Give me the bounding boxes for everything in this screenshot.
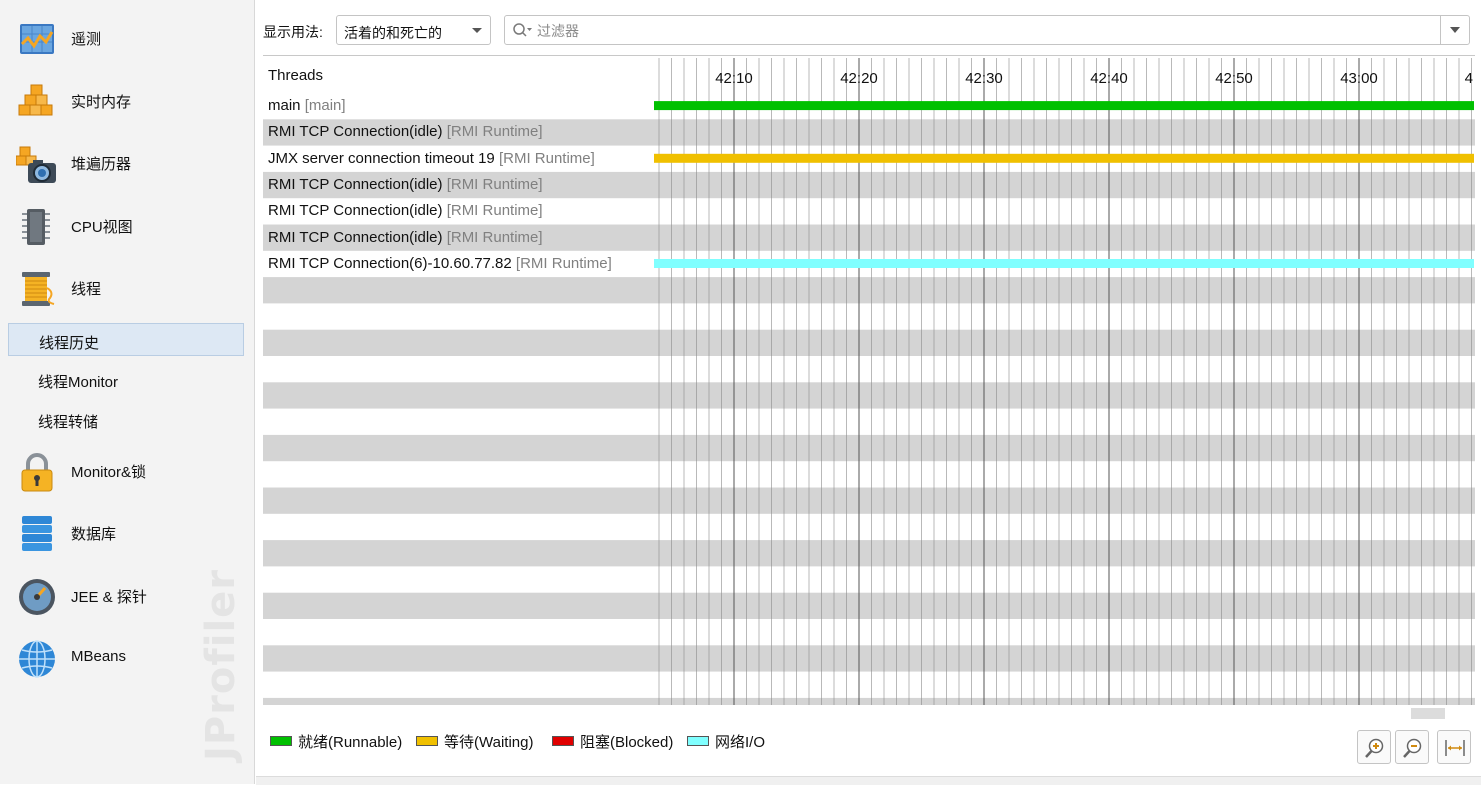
sidebar-item-label: CPU视图: [71, 219, 133, 236]
thread-row[interactable]: RMI TCP Connection(idle) [RMI Runtime]: [268, 119, 658, 145]
sidebar-item-label: 堆遍历器: [71, 156, 132, 173]
time-tick-label: 42:10: [715, 70, 753, 87]
sidebar-subitem-thread-dumps[interactable]: 线程转储: [8, 403, 244, 436]
sidebar-item-label: 线程: [71, 281, 102, 298]
sidebar-item-label: 实时内存: [71, 94, 132, 111]
legend-swatch: [416, 736, 438, 746]
thread-state-bar: [654, 259, 1474, 268]
sidebar-item-label: 遥测: [71, 31, 102, 48]
sidebar-item-cpu-views[interactable]: CPU视图: [0, 200, 254, 252]
legend-label: 网络I/O: [715, 734, 766, 751]
display-usage-select[interactable]: 活着的和死亡的: [336, 15, 491, 45]
legend-swatch: [270, 736, 292, 746]
thread-state-bar: [654, 153, 1474, 163]
thread-group: [RMI Runtime]: [498, 149, 595, 167]
thread-name: RMI TCP Connection(idle): [268, 202, 447, 220]
threads-column-header: Threads: [268, 67, 324, 84]
brand-watermark: JProfiler: [196, 560, 246, 770]
sidebar-subitem-thread-history[interactable]: 线程历史: [8, 323, 244, 356]
thread-group: [RMI Runtime]: [515, 254, 612, 272]
legend-item: 阻塞(Blocked): [552, 731, 673, 752]
filter-history-dropdown[interactable]: [1440, 16, 1469, 44]
legend-label: 阻塞(Blocked): [580, 734, 674, 751]
sidebar-subitem-label: 线程历史: [39, 335, 100, 352]
thread-name: RMI TCP Connection(idle): [268, 123, 447, 141]
thread-row[interactable]: RMI TCP Connection(idle) [RMI Runtime]: [268, 225, 658, 251]
time-tick-label: 43:00: [1340, 70, 1378, 87]
thread-group: [RMI Runtime]: [446, 202, 543, 220]
thread-name: RMI TCP Connection(6)-10.60.77.82: [268, 254, 516, 272]
time-tick-label: 42:40: [1090, 70, 1128, 87]
sidebar-item-monitors-locks[interactable]: Monitor&锁: [0, 445, 254, 497]
thread-spool-icon: [16, 268, 58, 310]
sidebar: 遥测 实时内存 堆遍历器 CPU视图 线程 线程历史 线程Monitor 线程转…: [0, 0, 255, 784]
telemetry-icon: [16, 18, 58, 60]
sidebar-item-label: Monitor&锁: [71, 464, 147, 481]
legend-item: 就绪(Runnable): [270, 731, 402, 752]
filter-input[interactable]: [535, 19, 1419, 43]
heap-walker-icon: [15, 143, 58, 185]
sidebar-item-label: MBeans: [71, 648, 127, 665]
live-memory-icon: [16, 81, 58, 123]
legend-item: 等待(Waiting): [416, 731, 533, 752]
sidebar-item-live-memory[interactable]: 实时内存: [0, 75, 254, 127]
time-tick-label: 4: [1465, 70, 1473, 87]
legend-swatch: [552, 736, 574, 746]
thread-group: [RMI Runtime]: [446, 123, 543, 141]
display-usage-label: 显示用法:: [263, 24, 323, 40]
thread-row[interactable]: main [main]: [268, 93, 658, 119]
thread-name: main: [268, 97, 305, 114]
thread-row[interactable]: JMX server connection timeout 19 [RMI Ru…: [268, 146, 658, 172]
brand-text: JProfiler: [198, 568, 244, 762]
fit-width-button[interactable]: [1437, 730, 1471, 764]
sidebar-item-telemetry[interactable]: 遥测: [0, 12, 254, 64]
legend-item: 网络I/O: [687, 731, 765, 752]
timeline-horizontal-scrollbar[interactable]: [654, 705, 1470, 721]
filter-field[interactable]: [504, 15, 1470, 45]
sidebar-item-label: 数据库: [71, 526, 117, 543]
sidebar-subitem-label: 线程Monitor: [38, 374, 119, 391]
legend-label: 等待(Waiting): [444, 734, 534, 751]
sidebar-item-label: JEE & 探针: [71, 589, 147, 606]
thread-group: [RMI Runtime]: [446, 228, 543, 246]
search-icon: [512, 22, 534, 41]
sidebar-subitem-thread-monitor[interactable]: 线程Monitor: [8, 363, 244, 396]
thread-row[interactable]: RMI TCP Connection(idle) [RMI Runtime]: [268, 198, 658, 224]
thread-group: [RMI Runtime]: [446, 175, 543, 193]
display-usage-value: 活着的和死亡的: [344, 25, 442, 41]
thread-name: RMI TCP Connection(idle): [268, 175, 447, 193]
thread-row[interactable]: RMI TCP Connection(idle) [RMI Runtime]: [268, 172, 658, 198]
time-tick-label: 42:50: [1215, 70, 1253, 87]
time-tick-label: 42:20: [840, 70, 878, 87]
globe-icon: [16, 638, 58, 680]
legend-swatch: [687, 736, 709, 746]
zoom-out-button[interactable]: [1395, 730, 1429, 764]
thread-row[interactable]: RMI TCP Connection(6)-10.60.77.82 [RMI R…: [268, 251, 658, 277]
thread-state-bar: [654, 101, 1474, 111]
scrollbar-thumb[interactable]: [1411, 708, 1445, 719]
padlock-icon: [16, 451, 58, 493]
time-tick-label: 42:30: [965, 70, 1003, 87]
thread-name: RMI TCP Connection(idle): [268, 228, 447, 246]
sidebar-item-threads[interactable]: 线程: [0, 262, 254, 314]
probe-gauge-icon: [16, 576, 58, 618]
thread-history-panel: 42:10 42:20 42:30 42:40 42:50 43:00 4 Threads …: [263, 55, 1475, 705]
chevron-down-icon: [471, 23, 483, 40]
thread-group: [main]: [304, 97, 346, 114]
legend-label: 就绪(Runnable): [298, 734, 403, 751]
zoom-in-button[interactable]: [1357, 730, 1391, 764]
database-icon: [16, 513, 58, 555]
sidebar-item-databases[interactable]: 数据库: [0, 507, 254, 559]
thread-name: JMX server connection timeout 19: [268, 149, 499, 167]
sidebar-subitem-label: 线程转储: [38, 414, 99, 431]
sidebar-item-heap-walker[interactable]: 堆遍历器: [0, 137, 254, 189]
cpu-chip-icon: [16, 206, 58, 248]
